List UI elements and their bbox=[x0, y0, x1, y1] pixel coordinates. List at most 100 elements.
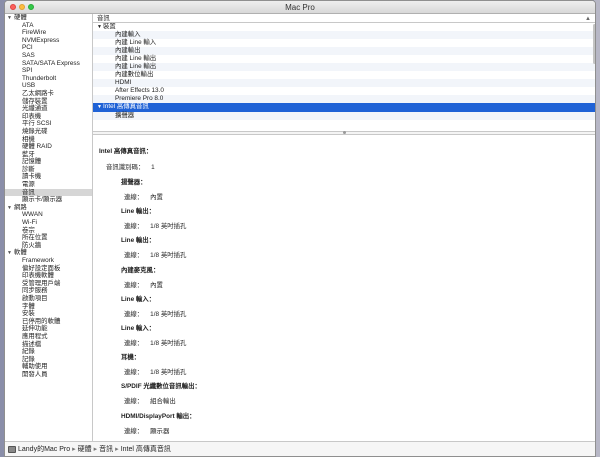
port-connection: 連線： 1/8 英吋插孔 bbox=[124, 309, 186, 318]
sidebar-item[interactable]: USB bbox=[5, 82, 92, 90]
sidebar-item[interactable]: SPI bbox=[5, 67, 92, 75]
id-value: 1 bbox=[151, 164, 155, 171]
sidebar-item[interactable]: 記錄 bbox=[5, 356, 92, 364]
divider-handle-icon bbox=[343, 131, 346, 134]
sidebar-item[interactable]: 描述檔 bbox=[5, 341, 92, 349]
sidebar-item[interactable]: 所在位置 bbox=[5, 234, 92, 242]
tree-item-row[interactable]: 內建 Line 輸出 bbox=[93, 55, 595, 63]
connection-value: 顯示器 bbox=[150, 427, 170, 435]
sidebar-item[interactable]: 乙太網路卡 bbox=[5, 90, 92, 98]
sidebar-item[interactable]: 顯示卡/顯示器 bbox=[5, 196, 92, 204]
port-connection: 連線： 顯示器 bbox=[124, 426, 169, 435]
path-item[interactable]: Landy的Mac Pro bbox=[18, 446, 70, 453]
sidebar-section-header[interactable]: ▼ 軟體 bbox=[5, 249, 92, 257]
connection-value: 內置 bbox=[150, 281, 163, 289]
sidebar-item[interactable]: 讀卡機 bbox=[5, 173, 92, 181]
tree-group-row[interactable]: ▼Intel 高傳真音訊 bbox=[93, 103, 595, 112]
connection-label: 連線： bbox=[124, 252, 144, 260]
sidebar-item[interactable]: 硬體 RAID bbox=[5, 143, 92, 151]
path-separator-icon: ▸ bbox=[72, 446, 76, 453]
port-name: 內建麥克風： bbox=[121, 266, 160, 274]
port-name: Line 輸入： bbox=[121, 295, 156, 303]
computer-icon bbox=[8, 445, 16, 453]
sidebar-item[interactable]: 開發人員 bbox=[5, 371, 92, 379]
path-item[interactable]: 音訊 bbox=[99, 446, 113, 453]
sidebar-item[interactable]: Framework bbox=[5, 257, 92, 265]
port-connection: 連線： 內置 bbox=[124, 280, 163, 289]
sidebar-section-label: 硬體 bbox=[14, 14, 27, 21]
tree-item-row[interactable]: 內建數位輸出 bbox=[93, 71, 595, 79]
tree-item-row[interactable]: 擴聲器 bbox=[93, 111, 595, 120]
sidebar-item[interactable]: 輔助使用 bbox=[5, 363, 92, 371]
tree-row-label: 內建數位輸出 bbox=[115, 71, 154, 79]
sidebar-item[interactable]: 燒錄光碟 bbox=[5, 128, 92, 136]
sidebar-item[interactable]: 同步服務 bbox=[5, 287, 92, 295]
port-connection: 連線： 內置 bbox=[124, 192, 163, 201]
sidebar-item[interactable]: 安裝 bbox=[5, 310, 92, 318]
sidebar-item[interactable]: NVMExpress bbox=[5, 37, 92, 45]
sidebar-item[interactable]: 診斷 bbox=[5, 166, 92, 174]
sidebar-item[interactable]: SAS bbox=[5, 52, 92, 60]
sidebar-item[interactable]: 延伸功能 bbox=[5, 325, 92, 333]
tree-item-row[interactable]: 內建輸入 bbox=[93, 31, 595, 40]
path-item[interactable]: Intel 高傳真音訊 bbox=[121, 446, 171, 453]
sidebar-item[interactable]: 已停用的軟體 bbox=[5, 318, 92, 326]
tree-group-row[interactable]: ▼裝置 bbox=[93, 23, 595, 31]
tree-column-header[interactable]: 音訊 ▲ bbox=[93, 14, 595, 23]
connection-label: 連線： bbox=[124, 398, 144, 406]
sidebar-item[interactable]: 受管理用戶端 bbox=[5, 280, 92, 288]
sidebar-item[interactable]: 紀錄 bbox=[5, 348, 92, 356]
path-item[interactable]: 硬體 bbox=[78, 446, 92, 453]
sidebar-section-header[interactable]: ▼ 網路 bbox=[5, 204, 92, 212]
port-name: S/PDIF 光纖數位音訊輸出： bbox=[121, 383, 201, 391]
connection-label: 連線： bbox=[124, 194, 144, 201]
tree-item-row[interactable]: After Effects 13.0 bbox=[93, 87, 595, 95]
sidebar-item[interactable]: 字體 bbox=[5, 303, 92, 311]
port-name: 揚聲器： bbox=[121, 179, 147, 186]
sidebar-item[interactable]: 光纖通道 bbox=[5, 105, 92, 113]
tree-row-label: 內建 Line 輸入 bbox=[115, 39, 157, 47]
sidebar-item[interactable]: 儲存裝置 bbox=[5, 98, 92, 106]
sidebar-item[interactable]: FireWire bbox=[5, 29, 92, 37]
connection-value: 1/8 英吋插孔 bbox=[150, 340, 187, 347]
path-separator-icon: ▸ bbox=[93, 446, 98, 453]
tree-row-label: 內建 Line 輸出 bbox=[115, 55, 157, 63]
tree-scrollbar[interactable] bbox=[593, 24, 595, 64]
port-connection: 連線： 1/8 英吋插孔 bbox=[124, 221, 186, 230]
sidebar-item[interactable]: 相機 bbox=[5, 136, 92, 144]
port-name: HDMI/DisplayPort 輸出： bbox=[121, 412, 196, 420]
tree-item-row[interactable]: HDMI bbox=[93, 79, 595, 88]
connection-value: 1/8 英吋插孔 bbox=[150, 252, 187, 260]
tree-row-label: 擴聲器 bbox=[115, 111, 135, 119]
sidebar-section-label: 網路 bbox=[14, 203, 27, 211]
tree-row-label: 裝置 bbox=[103, 23, 116, 30]
system-information-window: Mac Pro ▼ 硬體 ATA FireWire NVMExpress PCI SAS SA… bbox=[4, 0, 596, 457]
sidebar-item[interactable]: SATA/SATA Express bbox=[5, 60, 92, 68]
port-connection: 連線： 1/8 英吋插孔 bbox=[124, 250, 186, 259]
sidebar-item[interactable]: 平行 SCSI bbox=[5, 120, 92, 128]
sidebar-item[interactable]: PCI bbox=[5, 44, 92, 52]
detail-id-label: 音訊識別碼： 1 bbox=[106, 162, 155, 171]
tree-item-row[interactable]: 內建輸出 bbox=[93, 47, 595, 56]
sidebar-item[interactable]: 應用程式 bbox=[5, 333, 92, 341]
sidebar-item[interactable]: ATA bbox=[5, 22, 92, 30]
sidebar: ▼ 硬體 ATA FireWire NVMExpress PCI SAS SATA/SATA … bbox=[5, 14, 93, 441]
sidebar-item[interactable]: WWAN bbox=[5, 211, 92, 219]
sidebar-item[interactable]: 啟動項目 bbox=[5, 295, 92, 303]
sidebar-item[interactable]: 電源 bbox=[5, 181, 92, 189]
connection-label: 連線： bbox=[124, 223, 144, 231]
tree-item-row[interactable]: Premiere Pro 8.0 bbox=[93, 95, 595, 104]
sidebar-item[interactable]: Thunderbolt bbox=[5, 75, 92, 83]
path-bar: Landy的Mac Pro ▸ 硬體 ▸ 音訊 ▸ Intel 高傳真音訊 bbox=[5, 441, 595, 456]
tree-item-row[interactable]: 內建 Line 輸入 bbox=[93, 39, 595, 47]
sidebar-item[interactable]: 藍牙 bbox=[5, 151, 92, 159]
tree-item-row[interactable]: 內建 Line 輸出 bbox=[93, 63, 595, 72]
sidebar-section-header[interactable]: ▼ 硬體 bbox=[5, 14, 92, 22]
sidebar-item[interactable]: Wi-Fi bbox=[5, 219, 92, 227]
sidebar-item[interactable]: 卷宗 bbox=[5, 227, 92, 235]
connection-label: 連線： bbox=[124, 281, 144, 289]
window-title: Mac Pro bbox=[285, 3, 315, 12]
sidebar-item[interactable]: 印表機軟體 bbox=[5, 272, 92, 280]
sidebar-item[interactable]: 記憶體 bbox=[5, 158, 92, 166]
column-header-label: 音訊 bbox=[97, 15, 110, 22]
